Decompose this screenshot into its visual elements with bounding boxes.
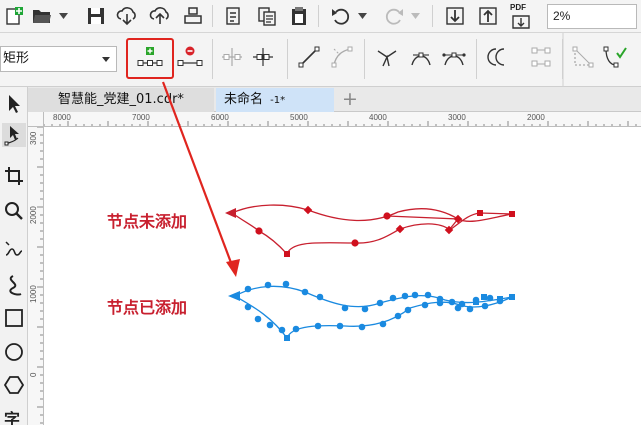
undo-icon[interactable]: [329, 4, 353, 28]
crop-tool-icon[interactable]: [3, 165, 25, 187]
symmetric-node-icon[interactable]: [441, 44, 467, 70]
chevron-down-icon: [102, 57, 110, 62]
toolbox: 字: [0, 87, 28, 425]
cusp-node-icon[interactable]: [374, 44, 400, 70]
to-curve-icon[interactable]: [329, 44, 355, 70]
annotation-after: 节点已添加: [107, 298, 188, 317]
publish-pdf-icon[interactable]: PDF: [508, 2, 534, 30]
auto-close-curve-icon[interactable]: [601, 44, 629, 70]
freehand-tool-icon[interactable]: [3, 239, 25, 261]
vertical-ruler-ticks: [37, 127, 43, 424]
redo-icon[interactable]: [382, 4, 406, 28]
new-document-icon[interactable]: [3, 5, 25, 27]
tab-document-2-suffix: -1*: [270, 95, 286, 106]
tab-document-1[interactable]: 智慧能_党建_01.cdr*: [28, 88, 214, 112]
shape-tool-icon[interactable]: [2, 123, 26, 147]
delete-node-icon[interactable]: [176, 44, 204, 70]
join-nodes-icon[interactable]: [219, 44, 245, 70]
shape-type-value: 矩形: [3, 51, 30, 66]
redo-dropdown-icon[interactable]: [410, 10, 420, 22]
polygon-tool-icon[interactable]: [3, 374, 25, 396]
ruler-label-v-0: 0: [29, 372, 38, 377]
artistic-media-icon[interactable]: [3, 273, 25, 299]
zoom-level-input[interactable]: 2%: [547, 4, 637, 29]
cloud-download-icon[interactable]: [115, 4, 139, 28]
copy-icon[interactable]: [255, 4, 279, 28]
reverse-direction-icon[interactable]: [485, 44, 511, 70]
ruler-origin[interactable]: [28, 112, 44, 127]
ellipse-tool-icon[interactable]: [3, 341, 25, 363]
break-curve-icon[interactable]: [250, 44, 276, 70]
shape-type-select[interactable]: 矩形: [0, 46, 117, 72]
import-file-icon[interactable]: [443, 4, 467, 28]
export-file-icon[interactable]: [476, 4, 500, 28]
add-node-icon[interactable]: [136, 44, 164, 70]
ruler-label-2000: 2000: [527, 113, 545, 122]
rectangle-tool-icon[interactable]: [3, 307, 25, 329]
ruler-label-v-300: 300: [29, 131, 38, 145]
ruler-label-6000: 6000: [211, 113, 229, 122]
pick-tool-icon[interactable]: [3, 93, 25, 115]
paste-icon[interactable]: [287, 4, 311, 28]
vertical-ruler[interactable]: 300 2000 1000 0: [28, 127, 44, 425]
import-icon[interactable]: [222, 4, 246, 28]
undo-dropdown-icon[interactable]: [357, 10, 367, 22]
ruler-label-3000: 3000: [448, 113, 466, 122]
tab-document-2-label: 未命名: [224, 92, 264, 107]
zoom-tool-icon[interactable]: [3, 200, 25, 222]
standard-toolbar: PDF 2%: [0, 0, 641, 33]
ruler-label-4000: 4000: [369, 113, 387, 122]
tab-document-1-label: 智慧能_党建_01.cdr*: [58, 92, 184, 107]
annotation-before: 节点未添加: [107, 212, 188, 231]
horizontal-ruler-ticks: [28, 121, 637, 126]
extend-curve-icon[interactable]: [528, 44, 554, 70]
new-tab-button[interactable]: +: [340, 88, 360, 112]
print-icon[interactable]: [181, 4, 205, 28]
close-curve-icon[interactable]: [570, 44, 596, 70]
ruler-label-7000: 7000: [132, 113, 150, 122]
cloud-upload-icon[interactable]: [148, 4, 172, 28]
open-folder-icon[interactable]: [31, 5, 53, 27]
property-bar: 矩形: [0, 33, 641, 87]
ruler-label-5000: 5000: [290, 113, 308, 122]
save-icon[interactable]: [85, 5, 107, 27]
smooth-node-icon[interactable]: [408, 44, 434, 70]
ruler-label-8000: 8000: [53, 113, 71, 122]
ruler-label-v-1000: 1000: [29, 285, 38, 303]
pdf-label: PDF: [510, 3, 526, 12]
text-tool-icon[interactable]: 字: [4, 412, 20, 425]
to-line-icon[interactable]: [296, 44, 322, 70]
ruler-label-v-2000: 2000: [29, 206, 38, 224]
chevron-down-icon[interactable]: [58, 10, 68, 22]
tab-document-2[interactable]: 未命名 -1*: [216, 88, 334, 112]
drawing-canvas[interactable]: [45, 128, 641, 425]
horizontal-ruler[interactable]: 8000 7000 6000 5000 4000 3000 2000: [28, 112, 641, 127]
